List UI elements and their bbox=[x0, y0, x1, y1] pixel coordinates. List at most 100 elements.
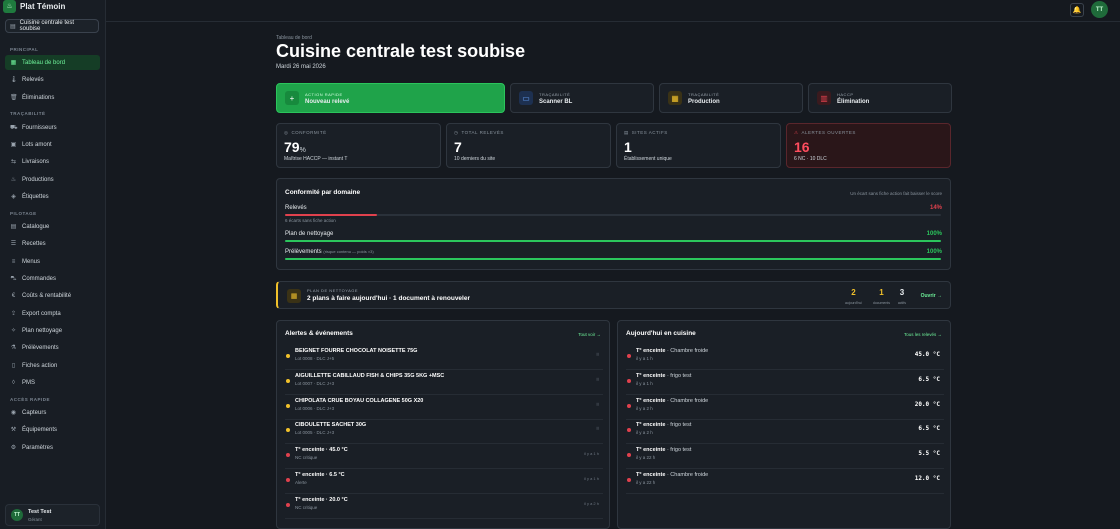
sidebar-item-pms[interactable]: ◊ PMS bbox=[5, 375, 100, 390]
sidebar-item-parametres[interactable]: ⚙ Paramètres bbox=[5, 440, 100, 455]
sidebar-item-fiches-action[interactable]: ▯ Fiches action bbox=[5, 358, 100, 373]
sidebar-item-dashboard[interactable]: ▦ Tableau de bord bbox=[5, 55, 100, 70]
kpi-total-releves[interactable]: ◷ TOTAL RELEVÉS 7 10 derniers du site bbox=[446, 123, 611, 168]
scanner-bl-button[interactable]: ▭ TRAÇABILITÉ Scanner BL bbox=[510, 83, 654, 113]
kpi-alertes-ouvertes[interactable]: ⚠ ALERTES OUVERTES 16 6 NC · 10 DLC bbox=[786, 123, 951, 168]
releve-item[interactable]: T° enceinte · Chambre froide il y a 22 h 1… bbox=[626, 470, 944, 494]
alert-sub: NC critique bbox=[295, 455, 318, 461]
sidebar-item-label: Étiquettes bbox=[22, 193, 49, 200]
sidebar-item-catalogue[interactable]: ▤ Catalogue bbox=[5, 219, 100, 234]
sidebar-item-equipements[interactable]: ⚒ Équipements bbox=[5, 422, 100, 437]
site-selector[interactable]: ▤ Cuisine centrale test soubise bbox=[5, 19, 99, 33]
releve-item[interactable]: T° enceinte · frigo test il y a 22 h 5.5 °… bbox=[626, 445, 944, 470]
sidebar-item-releves[interactable]: 🌡 Relevés bbox=[5, 72, 100, 87]
sidebar-item-prelevements[interactable]: ⚗ Prélèvements bbox=[5, 340, 100, 355]
kpi-value: 16 bbox=[794, 139, 810, 155]
status-dot bbox=[627, 478, 631, 482]
sidebar-item-productions[interactable]: ♨ Productions bbox=[5, 172, 100, 187]
sidebar-item-label: Équipements bbox=[22, 426, 58, 433]
sidebar-item-livraisons[interactable]: ⇆ Livraisons bbox=[5, 154, 100, 169]
status-dot bbox=[627, 403, 631, 408]
sidebar-item-label: Menus bbox=[22, 258, 41, 265]
domain-bar-fill bbox=[285, 214, 377, 216]
alert-item[interactable]: CIBOULETTE SACHET 30G Lot 0005 · DLC J+3 ⠿ bbox=[285, 420, 603, 445]
sidebar-item-plan-nettoyage[interactable]: ✧ Plan nettoyage bbox=[5, 323, 100, 338]
domain-bar-fill bbox=[285, 258, 941, 260]
releve-time: il y a 1 h bbox=[636, 356, 653, 361]
kpi-sites-actifs[interactable]: ▤ SITES ACTIFS 1 Établissement unique bbox=[616, 123, 781, 168]
plan-stat-label: aujourd'hui bbox=[844, 301, 862, 305]
brand[interactable]: ♨ Plat Témoin bbox=[3, 0, 66, 13]
user-menu[interactable]: TT Test Test Gérant bbox=[5, 504, 100, 526]
releve-item[interactable]: T° enceinte · frigo test il y a 1 h 6.5 °C bbox=[626, 371, 944, 395]
avatar[interactable]: TT bbox=[1091, 1, 1108, 18]
alert-item[interactable]: BEIGNET FOURRE CHOCOLAT NOISETTE 75G Lot … bbox=[285, 346, 603, 370]
kpi-value: 7 bbox=[454, 139, 462, 155]
open-plan-link[interactable]: Ouvrir → bbox=[921, 293, 942, 299]
sidebar-item-label: Relevés bbox=[22, 76, 44, 83]
building-icon: ▤ bbox=[10, 23, 16, 30]
releve-value: 6.5 °C bbox=[918, 375, 940, 383]
sidebar-item-export-compta[interactable]: ⇪ Export compta bbox=[5, 306, 100, 321]
alerts-title: Alertes & événements bbox=[285, 330, 353, 337]
alert-item[interactable]: T° enceinte · 45.0 °C NC critique il y a 1… bbox=[285, 445, 603, 470]
sidebar-item-lots-amont[interactable]: ▣ Lots amont bbox=[5, 137, 100, 152]
production-button[interactable]: ▦ TRAÇABILITÉ Production bbox=[659, 83, 803, 113]
all-releves-link[interactable]: Tous les relevés → bbox=[904, 332, 942, 337]
gear-icon: ⚙ bbox=[10, 445, 17, 451]
check-icon: ◎ bbox=[284, 130, 289, 135]
section-pilotage: PILOTAGE bbox=[10, 211, 37, 216]
shield-icon: ◊ bbox=[12, 379, 15, 386]
domain-pct: 100% bbox=[926, 231, 942, 237]
domain-label: Prélèvements bbox=[285, 249, 322, 255]
cart-icon: ⛍ bbox=[10, 275, 17, 282]
book-icon: ▤ bbox=[10, 224, 17, 230]
sidebar-item-label: Fournisseurs bbox=[22, 124, 57, 131]
alert-title: BEIGNET FOURRE CHOCOLAT NOISETTE 75G bbox=[295, 348, 418, 354]
sidebar-item-capteurs[interactable]: ◉ Capteurs bbox=[5, 405, 100, 420]
sidebar-item-couts[interactable]: € Coûts & rentabilité bbox=[5, 288, 100, 303]
thermometer-icon: 🌡 bbox=[10, 77, 18, 83]
alert-item[interactable]: AIGUILLETTE CABILLAUD FISH & CHIPS 35G 5… bbox=[285, 371, 603, 395]
sidebar-item-etiquettes[interactable]: ◈ Étiquettes bbox=[5, 189, 100, 204]
status-dot bbox=[627, 378, 631, 383]
clock-icon: ◷ bbox=[454, 130, 459, 135]
alert-sub: NC critique bbox=[295, 504, 318, 510]
export-icon: ⇪ bbox=[10, 311, 17, 317]
sidebar-item-commandes[interactable]: ⛍ Commandes bbox=[5, 271, 100, 286]
grid-icon: ▦ bbox=[10, 60, 17, 66]
sidebar-item-fournisseurs[interactable]: ⛟ Fournisseurs bbox=[5, 120, 100, 135]
alert-meta: ⠿ bbox=[596, 376, 599, 382]
alert-title: CHIPOLATA CRUE BOYAU COLLAGENE 50G X20 bbox=[295, 397, 424, 404]
sidebar-item-recettes[interactable]: ☰ Recettes bbox=[5, 236, 100, 251]
alert-item[interactable]: CHIPOLATA CRUE BOYAU COLLAGENE 50G X20 Lo… bbox=[285, 396, 603, 420]
releve-place: · frigo test bbox=[666, 422, 692, 429]
alerts-see-all-link[interactable]: Tout voir → bbox=[578, 332, 601, 337]
plan-stat-value: 3 bbox=[899, 288, 905, 297]
releve-item[interactable]: T° enceinte · Chambre froide il y a 1 h 45… bbox=[626, 346, 944, 370]
plan-stat-value: 1 bbox=[879, 288, 884, 297]
alert-item[interactable]: T° enceinte · 20.0 °C NC critique il y a 2… bbox=[285, 495, 603, 519]
new-releve-button[interactable]: + ACTION RAPIDE Nouveau relevé bbox=[276, 83, 505, 113]
status-dot bbox=[286, 428, 290, 433]
cleaning-plan-banner[interactable]: ▦ PLAN DE NETTOYAGE 2 plans à faire aujo… bbox=[276, 281, 951, 309]
app-name: Plat Témoin bbox=[20, 1, 66, 11]
releve-item[interactable]: T° enceinte · frigo test il y a 2 h 6.5 °C bbox=[626, 420, 944, 445]
today-title: Aujourd'hui en cuisine bbox=[626, 330, 696, 337]
sidebar-item-menus[interactable]: ≡ Menus bbox=[5, 254, 100, 269]
alert-item[interactable]: T° enceinte · 6.5 °C Alerte il y a 1 h bbox=[285, 470, 603, 494]
sidebar-item-label: Prélèvements bbox=[22, 344, 59, 351]
releve-time: il y a 2 h bbox=[636, 405, 653, 411]
kpi-label: TOTAL RELEVÉS bbox=[461, 130, 504, 135]
kpi-conformite[interactable]: ◎ CONFORMITÉ 79% Maîtrise HACCP — instant… bbox=[276, 123, 441, 168]
plan-stat-label: actifs bbox=[897, 301, 906, 305]
elimination-button[interactable]: ▥ HACCP Élimination bbox=[808, 83, 952, 113]
alert-sub: Lot 0007 · DLC J+3 bbox=[295, 380, 335, 386]
sidebar-item-eliminations[interactable]: 🗑 Éliminations bbox=[5, 90, 100, 105]
kpi-sub: 10 derniers du site bbox=[454, 156, 496, 162]
sidebar-item-label: Livraisons bbox=[22, 158, 50, 165]
releve-item[interactable]: T° enceinte · Chambre froide il y a 2 h 20… bbox=[626, 396, 944, 420]
releve-place: · frigo test bbox=[666, 372, 692, 379]
calendar-icon: ▦ bbox=[287, 289, 301, 303]
bell-icon[interactable]: 🔔 bbox=[1070, 3, 1084, 17]
